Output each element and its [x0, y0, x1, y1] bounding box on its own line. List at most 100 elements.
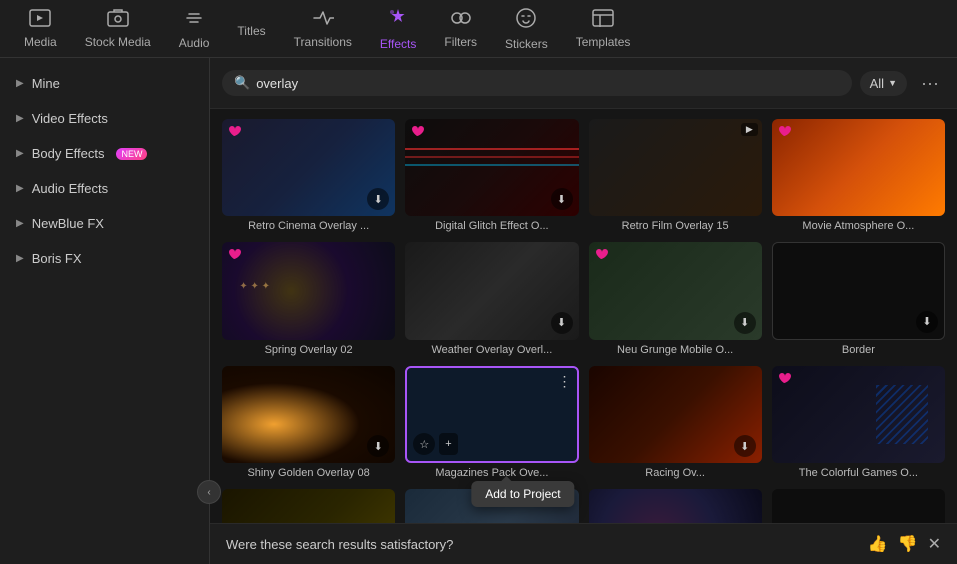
sidebar-item-boris-fx[interactable]: ▶Boris FX: [0, 241, 209, 276]
filter-dropdown[interactable]: All ▼: [860, 71, 907, 96]
item-action-buttons: ☆+: [413, 433, 457, 455]
thumbnail-retro-film: ▶: [589, 119, 762, 216]
search-input-wrap: 🔍: [222, 70, 852, 96]
download-icon[interactable]: ⬇: [734, 312, 756, 334]
satisfaction-text: Were these search results satisfactory?: [226, 537, 453, 552]
sidebar-item-mine[interactable]: ▶Mine: [0, 66, 209, 101]
chevron-icon: ▶: [16, 253, 24, 264]
stickers-icon: [515, 7, 537, 33]
effects-grid-area: ⬇Retro Cinema Overlay ...⬇Digital Glitch…: [210, 109, 957, 523]
chevron-down-icon: ▼: [888, 78, 897, 88]
toolbar-label-transitions: Transitions: [294, 35, 352, 49]
chevron-icon: ▶: [16, 183, 24, 194]
grid-item-label-digital-glitch: Digital Glitch Effect O...: [405, 220, 578, 232]
add-action-button[interactable]: +: [439, 433, 457, 455]
thumbnail-retro-cinema: ⬇: [222, 119, 395, 216]
grid-item-neu-grunge[interactable]: ⬇Neu Grunge Mobile O...: [589, 242, 762, 355]
favorite-icon: [594, 247, 608, 264]
grid-item-weather[interactable]: ⬇ Weather Overlay Overl...: [405, 242, 578, 355]
toolbar-item-filters[interactable]: Filters: [430, 3, 491, 55]
thumbs-down-button[interactable]: 👎: [898, 534, 918, 554]
download-icon[interactable]: ⬇: [916, 311, 938, 333]
grid-item-colorful-games[interactable]: The Colorful Games O...: [772, 366, 945, 479]
toolbar-item-transitions[interactable]: Transitions: [280, 3, 366, 55]
sidebar-item-video-effects[interactable]: ▶Video Effects: [0, 101, 209, 136]
effects-icon: [387, 7, 409, 33]
download-icon[interactable]: ⬇: [551, 188, 573, 210]
grid-item-label-colorful-games: The Colorful Games O...: [772, 467, 945, 479]
toolbar-item-stickers[interactable]: Stickers: [491, 1, 562, 57]
grid-item-label-magazines: Magazines Pack Ove...: [405, 467, 578, 479]
grid-item-retro-film[interactable]: ▶ Retro Film Overlay 15: [589, 119, 762, 232]
search-bar: 🔍 All ▼ ···: [210, 58, 957, 109]
toolbar-label-audio: Audio: [179, 36, 210, 50]
sidebar-item-newblue-fx[interactable]: ▶ NewBlue FX: [0, 206, 209, 241]
item-menu-button[interactable]: ⋮: [558, 373, 572, 390]
search-input[interactable]: [256, 76, 839, 91]
chevron-icon: ▶: [16, 113, 24, 124]
more-options-button[interactable]: ···: [915, 68, 945, 98]
grid-item-label-weather: Weather Overlay Overl...: [405, 344, 578, 356]
grid-item-label-retro-film: Retro Film Overlay 15: [589, 220, 762, 232]
satisfaction-actions: 👍 👎 ✕: [868, 534, 941, 554]
toolbar-label-stickers: Stickers: [505, 37, 548, 51]
grid-item-label-shiny-golden: Shiny Golden Overlay 08: [222, 467, 395, 479]
search-icon: 🔍: [234, 75, 250, 91]
grid-item-retro-cinema[interactable]: ⬇Retro Cinema Overlay ...: [222, 119, 395, 232]
download-icon[interactable]: ⬇: [367, 188, 389, 210]
sidebar-item-body-effects[interactable]: ▶Body EffectsNEW: [0, 136, 209, 171]
grid-item-movie-atm[interactable]: Movie Atmosphere O...: [772, 119, 945, 232]
grid-item-magazines[interactable]: ☆+⋮Add to ProjectMagazines Pack Ove...: [405, 366, 578, 479]
favorite-icon: [410, 124, 424, 141]
toolbar: MediaStock Media Audio Titles Transitions Ef…: [0, 0, 957, 58]
add-to-project-label[interactable]: Add to Project: [485, 487, 560, 501]
main-layout: ▶Mine▶Video Effects▶Body EffectsNEW▶Audi…: [0, 58, 957, 564]
toolbar-item-templates[interactable]: Templates: [562, 3, 645, 55]
toolbar-item-media[interactable]: Media: [10, 3, 71, 55]
sidebar-item-audio-effects[interactable]: ▶Audio Effects: [0, 171, 209, 206]
download-icon[interactable]: ⬇: [551, 312, 573, 334]
grid-item-spring[interactable]: Spring Overlay 02: [222, 242, 395, 355]
grid-item-digital-glitch[interactable]: ⬇ Digital Glitch Effect O...: [405, 119, 578, 232]
thumbnail-old-video: ⬇: [772, 489, 945, 523]
download-icon[interactable]: ⬇: [367, 435, 389, 457]
thumbnail-weather: ⬇: [405, 242, 578, 339]
thumbnail-border: ⬇: [772, 242, 945, 339]
toolbar-item-effects[interactable]: Effects: [366, 1, 430, 57]
grid-item-label-spring: Spring Overlay 02: [222, 344, 395, 356]
thumbnail-digital-glitch: ⬇: [405, 119, 578, 216]
grid-item-label-border: Border: [772, 344, 945, 356]
favorite-icon: [777, 371, 791, 388]
thumbnail-movie-atm: [772, 119, 945, 216]
favorite-icon: [227, 124, 241, 141]
grid-item-racing[interactable]: ⬇Racing Ov...: [589, 366, 762, 479]
thumbnail-magazines: ☆+ ⋮: [405, 366, 578, 463]
chevron-icon: ▶: [16, 218, 24, 229]
grid-item-urban-bokeh[interactable]: ⬇Urban Bokeh: [589, 489, 762, 523]
toolbar-label-effects: Effects: [380, 37, 416, 51]
thumbnail-shiny-golden: ⬇: [222, 366, 395, 463]
sidebar-item-label-newblue-fx: NewBlue FX: [32, 216, 104, 231]
chevron-icon: ▶: [16, 148, 24, 159]
thumbnail-light-effect: ⬇: [222, 489, 395, 523]
thumbs-up-button[interactable]: 👍: [868, 534, 888, 554]
toolbar-label-titles: Titles: [237, 24, 265, 38]
favorite-icon: [227, 247, 241, 264]
sidebar-item-label-body-effects: Body Effects: [32, 146, 105, 161]
toolbar-item-titles[interactable]: Titles: [223, 14, 279, 44]
thumbnail-urban-bokeh: ⬇: [589, 489, 762, 523]
toolbar-item-audio[interactable]: Audio: [165, 2, 224, 56]
grid-item-light-effect[interactable]: ⬇Light Effect 05: [222, 489, 395, 523]
thumbnail-racing: ⬇: [589, 366, 762, 463]
toolbar-item-stock[interactable]: Stock Media: [71, 3, 165, 55]
grid-item-old-video[interactable]: ⬇Old video: [772, 489, 945, 523]
thumbnail-colorful-games: [772, 366, 945, 463]
satisfaction-close-button[interactable]: ✕: [928, 534, 941, 554]
audio-icon: [183, 8, 205, 32]
grid-item-border[interactable]: ⬇ Border: [772, 242, 945, 355]
download-icon[interactable]: ⬇: [734, 435, 756, 457]
favorite-icon: [777, 124, 791, 141]
sidebar-collapse-button[interactable]: ‹: [197, 480, 221, 504]
grid-item-shiny-golden[interactable]: ⬇ Shiny Golden Overlay 08: [222, 366, 395, 479]
star-action-button[interactable]: ☆: [413, 433, 435, 455]
